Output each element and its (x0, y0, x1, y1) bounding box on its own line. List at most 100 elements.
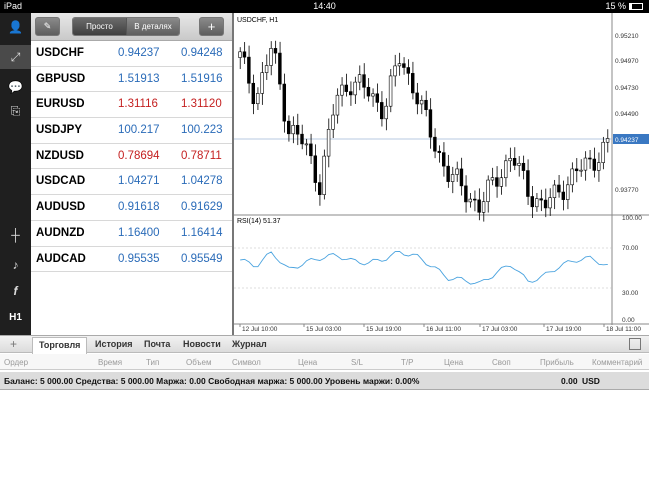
candle-body (384, 105, 388, 120)
candle-body (455, 168, 459, 175)
candle-body (504, 160, 508, 179)
quote-row[interactable]: USDCHF 0.94237 0.94248 (31, 41, 232, 67)
time-tick-label: 15 Jul 19:00 (366, 326, 402, 333)
candle-body (291, 125, 295, 135)
quote-ask: 0.78711 (181, 149, 222, 162)
candle-body (366, 86, 371, 97)
detailed-view-button[interactable]: В деталях (126, 18, 179, 35)
edit-icon[interactable]: ✎ (35, 17, 60, 36)
candle-body (269, 48, 273, 66)
candle-body (424, 99, 428, 110)
col-volume: Объем (186, 358, 212, 367)
tab-history[interactable]: История (95, 339, 133, 349)
col-swap: Своп (492, 358, 511, 367)
candle-body (295, 125, 300, 135)
candle-body (309, 143, 313, 157)
col-order: Ордер (4, 358, 29, 367)
candle-body (588, 157, 592, 160)
candle-body (508, 158, 512, 162)
view-mode-segment: Просто В деталях (72, 17, 180, 36)
candle-body (517, 162, 521, 166)
quotes-toolbar: ✎ Просто В деталях + (31, 13, 232, 41)
objects-icon[interactable]: ♪ (0, 253, 31, 277)
col-sl: S/L (351, 358, 364, 367)
price-chart[interactable]: USDCHF, H1 RSI(14) 51.37 0.95210 0.94970 0.9… (234, 13, 649, 335)
candle-body (539, 198, 543, 201)
quote-ask: 0.91629 (181, 201, 223, 214)
tab-journal[interactable]: Журнал (232, 339, 267, 349)
quote-row[interactable]: AUDNZD 1.16400 1.16414 (31, 221, 232, 247)
candle-body (477, 199, 481, 213)
rsi-tick-label: 30.00 (622, 290, 639, 297)
quote-symbol: AUDNZD (36, 226, 85, 239)
candle-body (481, 201, 486, 213)
quote-symbol: USDJPY (36, 124, 83, 137)
candle-body (353, 81, 357, 96)
candle-body (605, 138, 610, 143)
candle-body (566, 184, 570, 200)
candle-body (388, 75, 393, 107)
quote-row[interactable]: AUDCAD 0.95535 0.95549 (31, 247, 232, 273)
quote-bid: 1.16400 (118, 226, 160, 239)
chat-icon[interactable]: 💬 (0, 75, 31, 99)
simple-view-button[interactable]: Просто (73, 18, 126, 35)
quote-row[interactable]: GBPUSD 1.51913 1.51916 (31, 67, 232, 93)
quote-row[interactable]: USDCAD 1.04271 1.04278 (31, 169, 232, 196)
col-price-current: Цена (444, 358, 464, 367)
new-order-icon[interactable]: ⎘ (0, 99, 31, 123)
candle-body (362, 74, 366, 88)
quote-row[interactable]: NZDUSD 0.78694 0.78711 (31, 144, 232, 170)
tab-trade[interactable]: Торговля (32, 337, 88, 354)
rsi-line (240, 250, 608, 285)
candle-body (473, 198, 477, 201)
quote-symbol: AUDCAD (36, 252, 86, 265)
trade-arrows-icon[interactable]: ⤢ (0, 45, 31, 69)
quote-bid: 0.94237 (118, 47, 160, 59)
price-tick-label: 0.94970 (615, 58, 639, 65)
col-type: Тип (146, 358, 160, 367)
candle-body (393, 65, 397, 77)
candle-body (579, 169, 583, 172)
candle-body (526, 170, 530, 197)
tab-news[interactable]: Новости (183, 339, 221, 349)
battery-indicator: 15 % (605, 1, 643, 11)
candle-body (442, 152, 446, 167)
layout-icon[interactable] (629, 338, 641, 350)
crosshair-icon[interactable]: ┼ (0, 223, 31, 247)
price-tick-label: 0.94730 (615, 85, 639, 92)
quote-row[interactable]: EURUSD 1.31116 1.31120 (31, 92, 232, 119)
candle-body (561, 191, 566, 200)
add-tab-icon[interactable]: + (10, 337, 17, 351)
indicators-icon[interactable]: f (0, 279, 31, 303)
candle-body (349, 91, 353, 96)
quote-bid: 1.51913 (118, 72, 160, 85)
candle-body (357, 74, 362, 83)
candle-body (282, 83, 287, 122)
candle-body (521, 162, 526, 171)
col-time: Время (98, 358, 123, 367)
quote-row[interactable]: AUDUSD 0.91618 0.91629 (31, 195, 232, 221)
quote-row[interactable]: USDJPY 100.217 100.223 (31, 118, 232, 144)
chart-panel[interactable]: USDCHF, H1 RSI(14) 51.37 0.95210 0.94970 0.9… (232, 13, 649, 335)
candle-body (242, 51, 247, 58)
quote-symbol: GBPUSD (36, 72, 86, 85)
timeframe-button[interactable]: H1 (0, 306, 31, 330)
tab-mail[interactable]: Почта (144, 339, 170, 349)
quotes-list: USDCHF 0.94237 0.94248 GBPUSD 1.51913 1.51916… (31, 41, 232, 273)
candle-body (601, 141, 605, 163)
add-symbol-button[interactable]: + (199, 17, 224, 36)
candle-body (486, 179, 490, 202)
price-tick-label: 0.94490 (615, 111, 639, 118)
time-tick-label: 15 Jul 03:00 (306, 326, 342, 333)
candle-body (313, 155, 318, 183)
col-comment: Комментарий (592, 358, 643, 367)
candle-body (397, 63, 402, 67)
quote-ask: 1.04278 (181, 175, 223, 188)
time-tick-label: 17 Jul 19:00 (546, 326, 582, 333)
candle-body (552, 184, 557, 198)
candle-body (543, 199, 548, 209)
candle-body (251, 82, 256, 105)
candle-body (570, 168, 574, 186)
quote-ask: 1.16414 (181, 226, 223, 239)
account-icon[interactable]: 👤 (0, 15, 31, 39)
